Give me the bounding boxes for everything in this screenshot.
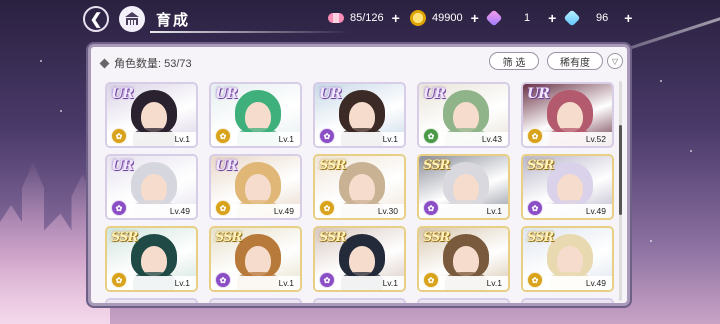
key-icon: ✿ [319,200,335,216]
leaf-icon: ✿ [423,128,439,144]
star [60,110,62,112]
star [650,240,652,242]
key-icon: ✿ [423,272,439,288]
character-card[interactable]: UR Lv.49 ✿ [209,154,302,220]
pink-gem-add-button[interactable]: + [548,10,556,26]
academy-icon [125,12,139,25]
leaf-icon: ✿ [319,128,335,144]
character-card[interactable] [313,298,406,303]
scrollbar-thumb[interactable] [619,125,622,215]
coin-icon [410,10,426,26]
blue-gem-value: 96 [596,12,609,24]
character-card[interactable]: SSR Lv.30 ✿ [313,154,406,220]
rarity-badge: SSR [527,230,554,245]
rarity-badge: UR [215,86,238,102]
character-card[interactable]: SSR Lv.1 ✿ [105,226,198,292]
character-card[interactable] [521,298,614,303]
character-card[interactable]: UR Lv.1 ✿ [105,82,198,148]
rarity-badge: SSR [319,158,346,173]
character-card[interactable]: SSR Lv.1 ✿ [417,154,510,220]
blue-gem-resource: 96 + [563,9,632,27]
flower-icon: ✿ [423,200,439,216]
character-card[interactable]: SSR Lv.1 ✿ [417,226,510,292]
rarity-badge: SSR [423,230,450,245]
candy-icon [328,13,344,23]
page-title: 育成 [156,12,191,29]
rarity-badge: SSR [111,230,138,245]
key-icon: ✿ [111,272,127,288]
character-card[interactable] [209,298,302,303]
feather-icon: ✿ [111,128,127,144]
flower-icon: ✿ [319,272,335,288]
rarity-badge: UR [215,158,238,174]
leaf-icon: ✿ [215,272,231,288]
pink-gem-value: 1 [524,12,531,24]
candy-resource: 85/126 + [328,10,400,26]
title-underline [150,31,350,33]
candy-value: 85/126 [350,12,384,24]
rarity-badge: SSR [319,230,346,245]
character-card[interactable] [105,298,198,303]
character-panel: 角色数量: 53/73 筛 选 稀有度 ▽ UR Lv.1 ✿ UR Lv.1 ✿ UR Lv… [88,44,630,306]
panel-header: 角色数量: 53/73 筛 选 稀有度 ▽ [91,47,627,77]
feather-icon: ✿ [215,200,231,216]
pink-gem-resource: 1 + [485,9,556,27]
rarity-badge: SSR [527,158,554,173]
star [660,80,662,82]
character-card[interactable] [417,298,510,303]
character-card[interactable]: SSR Lv.49 ✿ [521,154,614,220]
feather-icon: ✿ [215,128,231,144]
blue-gem-add-button[interactable]: + [624,10,632,26]
character-count-text: 角色数量: 53/73 [114,58,192,70]
star [690,150,692,152]
character-card[interactable]: UR Lv.43 ✿ [417,82,510,148]
rarity-badge: UR [527,86,550,102]
filter-button[interactable]: 筛 选 [489,52,539,70]
rarity-badge: UR [423,86,446,102]
rarity-badge: SSR [215,230,242,245]
flower-icon: ✿ [111,200,127,216]
candy-add-button[interactable]: + [392,10,400,26]
character-card[interactable]: UR Lv.52 ✿ [521,82,614,148]
key-icon: ✿ [527,272,543,288]
sort-rarity-button[interactable]: 稀有度 [547,52,603,70]
feather-icon: ✿ [527,128,543,144]
rarity-badge: UR [111,86,134,102]
star [40,60,42,62]
rarity-badge: UR [319,86,342,102]
home-button[interactable] [119,6,145,32]
back-arrow-icon: ❮ [89,11,103,28]
character-grid: UR Lv.1 ✿ UR Lv.1 ✿ UR Lv.1 ✿ UR Lv.43 ✿ UR Lv.52 ✿ UR L… [99,77,615,303]
coin-add-button[interactable]: + [471,10,479,26]
rarity-badge: UR [111,158,134,174]
coin-value: 49900 [432,12,463,24]
sort-order-toggle[interactable]: ▽ [607,53,623,69]
pink-gem-icon [485,9,503,27]
character-count: 角色数量: 53/73 [99,55,192,71]
character-card[interactable]: SSR Lv.49 ✿ [521,226,614,292]
character-card[interactable]: UR Lv.1 ✿ [313,82,406,148]
rarity-badge: SSR [423,158,450,173]
character-card[interactable]: SSR Lv.1 ✿ [209,226,302,292]
diamond-bullet-icon [99,58,110,68]
character-card[interactable]: SSR Lv.1 ✿ [313,226,406,292]
leaf-icon: ✿ [527,200,543,216]
character-card[interactable]: UR Lv.1 ✿ [209,82,302,148]
coin-resource: 49900 + [410,10,479,26]
top-bar: ❮ 育成 85/126 + 49900 + 1 + 96 + [0,0,720,38]
blue-gem-icon [563,9,581,27]
character-card[interactable]: UR Lv.49 ✿ [105,154,198,220]
back-button[interactable]: ❮ [83,6,109,32]
